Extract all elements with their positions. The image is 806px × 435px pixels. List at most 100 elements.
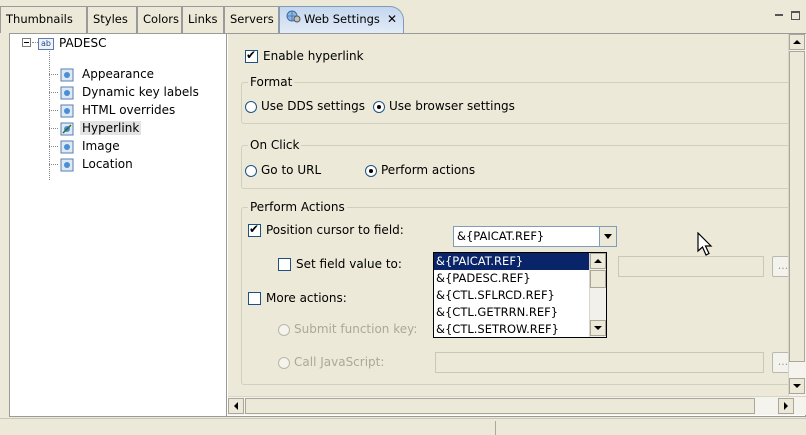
perform-actions-option[interactable]: Perform actions bbox=[365, 163, 475, 177]
tree-item-label: Location bbox=[82, 157, 133, 171]
scroll-down-icon[interactable] bbox=[789, 378, 805, 394]
close-tab-icon[interactable]: ✕ bbox=[387, 7, 397, 32]
tree-item-dynamic-key-labels[interactable]: Dynamic key labels bbox=[60, 83, 201, 101]
use-browser-settings-option[interactable]: Use browser settings bbox=[373, 99, 515, 113]
dropdown-scroll-up-icon[interactable] bbox=[590, 253, 606, 269]
call-javascript-option[interactable]: Call JavaScript: bbox=[278, 355, 384, 369]
hyperlink-settings-pane: Enable hyperlink Format Use DDS settings… bbox=[228, 34, 788, 396]
tree-item-location[interactable]: Location bbox=[60, 155, 135, 173]
position-cursor-checkbox[interactable] bbox=[248, 222, 261, 237]
tree-item-image[interactable]: Image bbox=[60, 137, 122, 155]
web-settings-window: Thumbnails Styles Colors Links Servers W… bbox=[0, 0, 806, 435]
page-icon bbox=[60, 86, 74, 100]
go-to-url-radio[interactable] bbox=[245, 164, 257, 177]
vertical-scroll-thumb[interactable] bbox=[789, 51, 805, 362]
enable-hyperlink-checkbox[interactable] bbox=[245, 48, 258, 63]
set-field-value-row[interactable]: Set field value to: bbox=[278, 257, 402, 271]
set-field-value-label: Set field value to: bbox=[296, 257, 402, 271]
on-click-group: On Click Go to URL Perform actions bbox=[241, 138, 788, 189]
tab-web-settings[interactable]: Web Settings ✕ bbox=[279, 6, 404, 33]
submit-function-key-label: Submit function key: bbox=[294, 322, 418, 336]
position-cursor-field-combo[interactable]: &{PAICAT.REF} bbox=[453, 226, 617, 247]
submit-function-key-radio[interactable] bbox=[278, 323, 290, 336]
set-field-value-input[interactable] bbox=[618, 256, 764, 277]
tab-servers[interactable]: Servers bbox=[224, 6, 279, 33]
position-cursor-label: Position cursor to field: bbox=[266, 223, 404, 237]
tab-label: Servers bbox=[230, 12, 274, 26]
tree-item-label: Hyperlink bbox=[80, 121, 142, 135]
use-browser-settings-label: Use browser settings bbox=[389, 99, 515, 113]
call-javascript-input[interactable] bbox=[435, 352, 764, 373]
window-controls bbox=[774, 8, 800, 21]
tree-item-label: HTML overrides bbox=[82, 103, 176, 117]
status-separator bbox=[495, 421, 496, 435]
call-javascript-browse-button[interactable]: ... bbox=[772, 352, 788, 373]
scroll-left-icon[interactable] bbox=[228, 398, 244, 414]
use-browser-settings-radio[interactable] bbox=[373, 100, 385, 113]
page-icon bbox=[60, 68, 74, 82]
use-dds-settings-radio[interactable] bbox=[245, 100, 257, 113]
tab-label: Colors bbox=[143, 12, 180, 26]
page-icon bbox=[60, 104, 74, 118]
dropdown-scroll-down-icon[interactable] bbox=[590, 320, 606, 336]
editor-frame: ab PADESC Appearance Dynamic key labels H… bbox=[9, 33, 806, 417]
tab-links[interactable]: Links bbox=[182, 6, 224, 33]
go-to-url-option[interactable]: Go to URL bbox=[245, 163, 321, 177]
tree-item-hyperlink[interactable]: Hyperlink bbox=[60, 119, 142, 137]
set-field-value-checkbox[interactable] bbox=[278, 258, 291, 271]
ab-field-icon: ab bbox=[38, 37, 54, 50]
hyperlink-page-icon bbox=[60, 122, 74, 136]
more-actions-row[interactable]: More actions: bbox=[248, 291, 347, 305]
dropdown-option[interactable]: &{PAICAT.REF} bbox=[434, 253, 590, 270]
tab-label: Links bbox=[188, 12, 218, 26]
tree-item-html-overrides[interactable]: HTML overrides bbox=[60, 101, 177, 119]
horizontal-scroll-thumb[interactable] bbox=[245, 398, 755, 414]
position-cursor-field-value: &{PAICAT.REF} bbox=[457, 229, 545, 243]
field-dropdown-list[interactable]: &{PAICAT.REF} &{PADESC.REF} &{CTL.SFLRCD… bbox=[433, 252, 607, 338]
page-icon bbox=[60, 158, 74, 172]
scroll-right-icon[interactable] bbox=[778, 398, 794, 414]
perform-actions-radio[interactable] bbox=[365, 164, 377, 177]
dropdown-option[interactable]: &{CTL.SETROW.REF} bbox=[434, 321, 590, 338]
maximize-icon[interactable] bbox=[791, 10, 800, 20]
use-dds-settings-option[interactable]: Use DDS settings bbox=[245, 99, 365, 113]
submit-function-key-option[interactable]: Submit function key: bbox=[278, 322, 417, 336]
minimize-icon[interactable] bbox=[774, 14, 783, 16]
vertical-scrollbar[interactable] bbox=[788, 34, 806, 396]
set-field-value-browse-button[interactable]: ... bbox=[772, 256, 788, 277]
call-javascript-label: Call JavaScript: bbox=[294, 355, 385, 369]
tree-item-root[interactable]: ab PADESC bbox=[38, 34, 109, 52]
call-javascript-radio[interactable] bbox=[278, 356, 290, 369]
use-dds-settings-label: Use DDS settings bbox=[261, 99, 365, 113]
chevron-down-icon[interactable] bbox=[599, 227, 616, 246]
more-actions-checkbox[interactable] bbox=[248, 292, 261, 305]
web-settings-icon bbox=[285, 7, 301, 32]
scroll-up-icon[interactable] bbox=[789, 34, 805, 50]
tree-item-label: Appearance bbox=[82, 67, 155, 81]
perform-actions-group-title: Perform Actions bbox=[248, 200, 347, 214]
tab-styles[interactable]: Styles bbox=[87, 6, 137, 33]
on-click-group-title: On Click bbox=[248, 138, 302, 152]
tree-item-appearance[interactable]: Appearance bbox=[60, 65, 156, 83]
enable-hyperlink-label: Enable hyperlink bbox=[263, 49, 364, 63]
dropdown-option[interactable]: &{CTL.SFLRCD.REF} bbox=[434, 287, 590, 304]
position-cursor-row[interactable]: Position cursor to field: bbox=[248, 222, 404, 237]
format-group-title: Format bbox=[248, 75, 295, 89]
enable-hyperlink-row[interactable]: Enable hyperlink bbox=[245, 48, 364, 63]
dropdown-scrollbar[interactable] bbox=[589, 253, 606, 337]
property-tree: ab PADESC Appearance Dynamic key labels H… bbox=[10, 34, 227, 416]
mouse-pointer-icon bbox=[697, 231, 715, 261]
horizontal-scrollbar[interactable] bbox=[228, 396, 806, 415]
tab-colors[interactable]: Colors bbox=[137, 6, 182, 33]
status-bar bbox=[0, 418, 806, 435]
format-group: Format Use DDS settings Use browser sett… bbox=[241, 75, 788, 124]
tree-item-label: Image bbox=[82, 139, 120, 153]
dropdown-option[interactable]: &{CTL.GETRRN.REF} bbox=[434, 304, 590, 321]
collapse-toggle-icon[interactable] bbox=[22, 38, 31, 47]
tab-label: Styles bbox=[93, 12, 128, 26]
dropdown-option[interactable]: &{PADESC.REF} bbox=[434, 270, 590, 287]
more-actions-label: More actions: bbox=[266, 291, 347, 305]
tree-item-label: PADESC bbox=[59, 36, 107, 50]
tab-thumbnails[interactable]: Thumbnails bbox=[0, 6, 87, 33]
dropdown-scroll-thumb[interactable] bbox=[590, 270, 606, 288]
